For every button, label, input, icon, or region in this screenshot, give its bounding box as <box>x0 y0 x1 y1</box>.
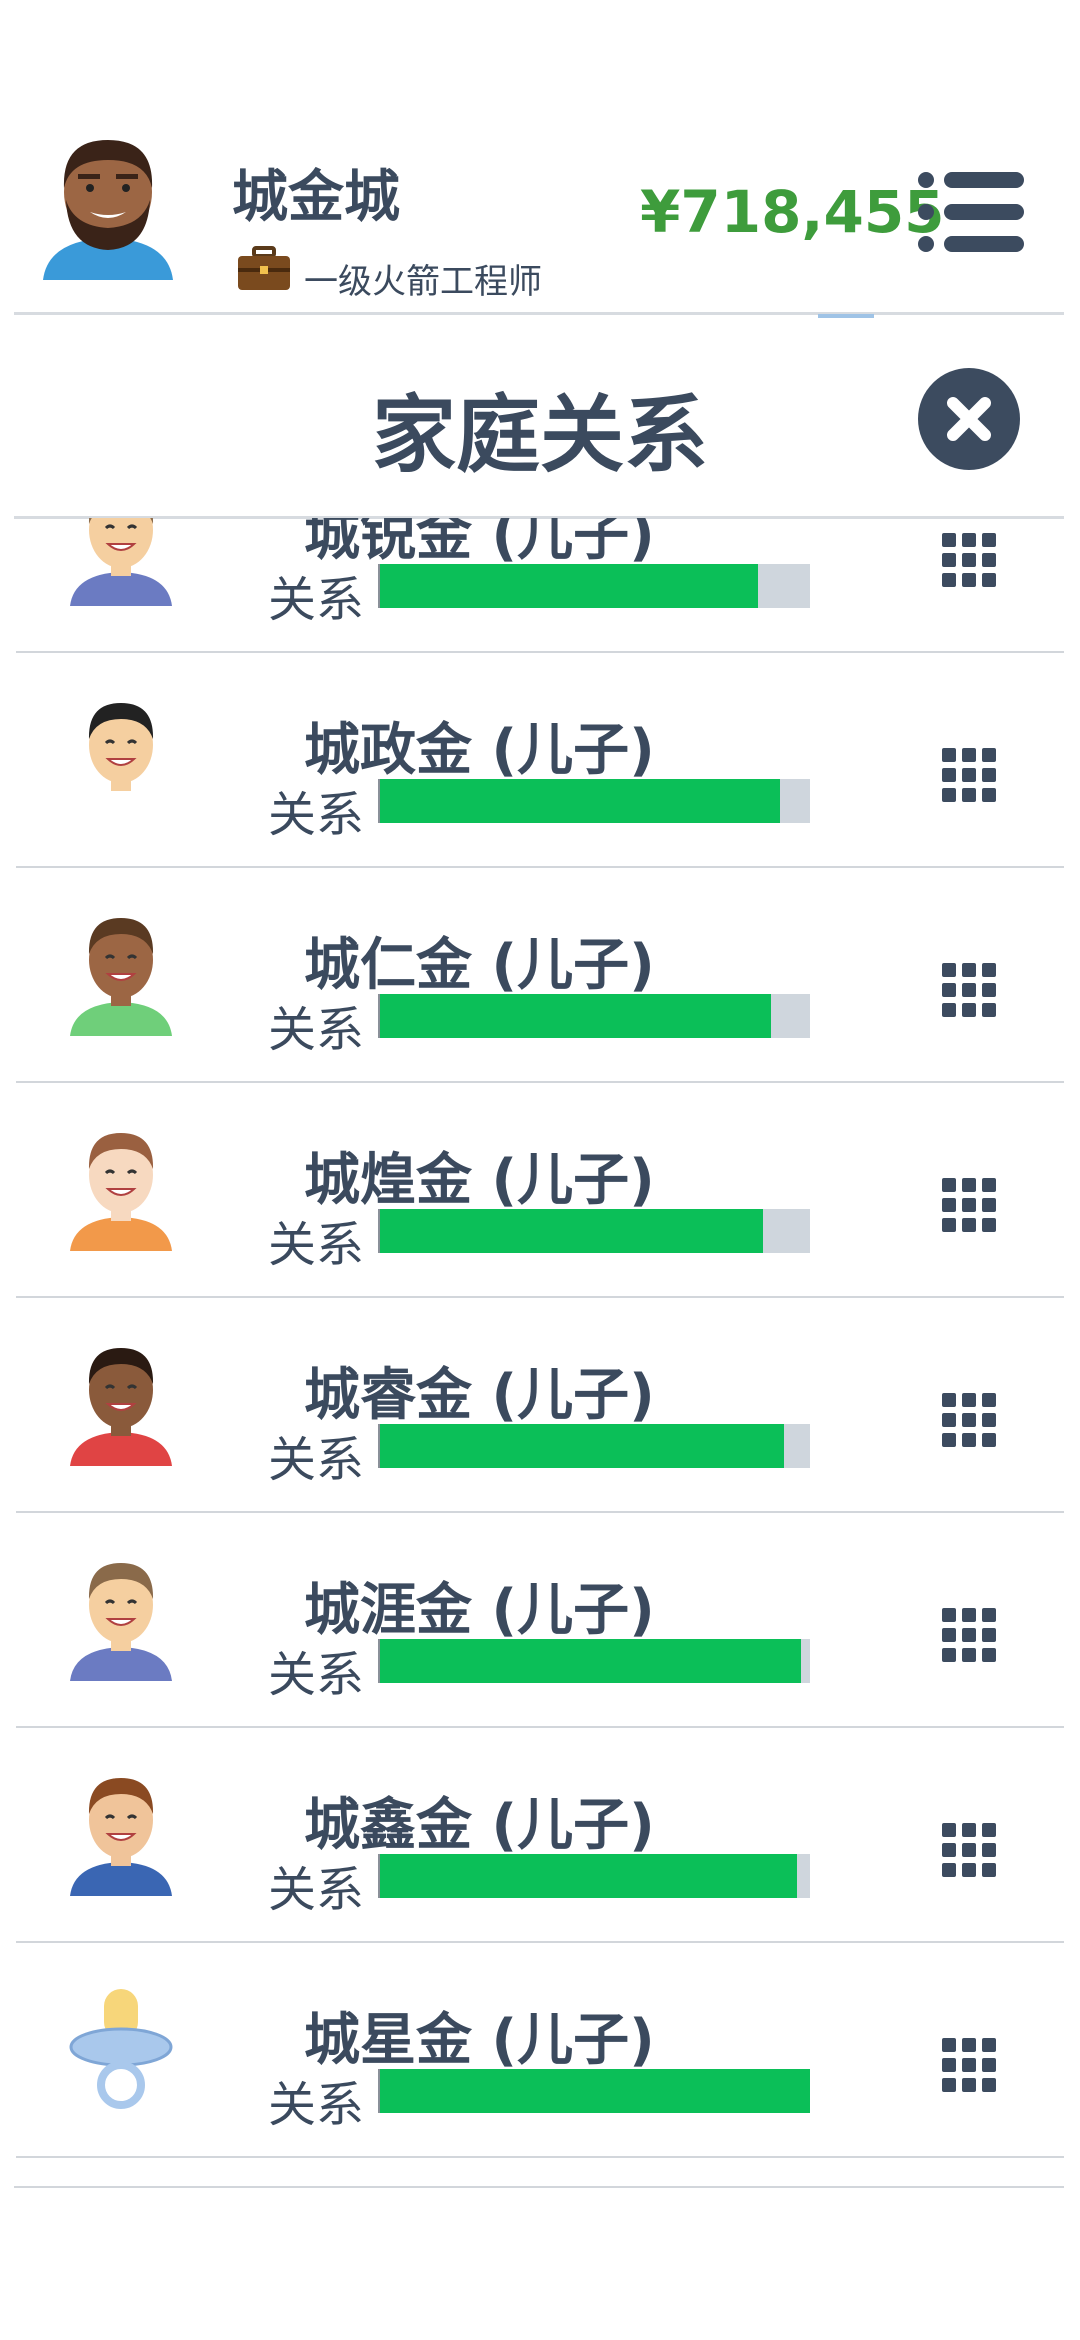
member-name: 城仁金 (儿子) <box>304 933 655 998</box>
relation-bar-fill <box>380 1209 763 1253</box>
boy-striped-shirt-icon <box>70 1133 172 1251</box>
relation-bar <box>378 994 810 1038</box>
member-name: 城涯金 (儿子) <box>304 1578 655 1643</box>
row-divider <box>16 2156 1064 2158</box>
list-bottom-divider <box>14 2186 1064 2188</box>
member-name: 城煌金 (儿子) <box>304 1148 655 1213</box>
member-name: 城政金 (儿子) <box>304 718 655 783</box>
user-name: 城金城 <box>232 165 400 230</box>
briefcase-icon <box>238 246 290 290</box>
relation-bar <box>378 1639 810 1683</box>
boy-sailor-icon <box>70 703 172 821</box>
boy-blue-shirt-icon <box>70 518 172 606</box>
grid-menu-icon[interactable] <box>942 963 998 1019</box>
grid-menu-icon[interactable] <box>942 2038 998 2094</box>
family-member-row[interactable]: 城涯金 (儿子) 关系 <box>0 1513 1080 1728</box>
relation-bar-fill <box>380 1639 802 1683</box>
family-member-row[interactable]: 城鑫金 (儿子) 关系 <box>0 1728 1080 1943</box>
boy-overalls-icon <box>70 1778 172 1896</box>
player-avatar[interactable] <box>38 130 178 290</box>
family-member-row[interactable]: 城锐金 (儿子) 关系 <box>0 518 1080 653</box>
relation-bar <box>378 1209 810 1253</box>
relation-bar-fill <box>380 564 759 608</box>
menu-icon[interactable] <box>916 170 1024 254</box>
family-member-row[interactable]: 城睿金 (儿子) 关系 <box>0 1298 1080 1513</box>
relation-label: 关系 <box>268 1647 365 1703</box>
member-name: 城睿金 (儿子) <box>304 1363 655 1428</box>
header-divider <box>14 312 1064 315</box>
close-icon <box>947 397 991 441</box>
grid-menu-icon[interactable] <box>942 1608 998 1664</box>
boy-blue-shirt-icon <box>70 1563 172 1681</box>
relation-label: 关系 <box>268 1002 365 1058</box>
relation-bar-fill <box>380 779 780 823</box>
pacifier-icon <box>69 1989 173 2109</box>
family-member-row[interactable]: 城仁金 (儿子) 关系 <box>0 868 1080 1083</box>
money-balance: ¥718,455 <box>640 178 945 246</box>
relation-bar <box>378 1424 810 1468</box>
grid-menu-icon[interactable] <box>942 1823 998 1879</box>
member-name: 城星金 (儿子) <box>304 2008 655 2073</box>
relation-label: 关系 <box>268 2077 365 2133</box>
relation-bar-fill <box>380 994 772 1038</box>
top-bar: 城金城 一级火箭工程师 ¥718,455 <box>0 0 1080 318</box>
relation-label: 关系 <box>268 787 365 843</box>
relation-bar <box>378 564 810 608</box>
relation-label: 关系 <box>268 1217 365 1273</box>
relation-label: 关系 <box>268 1862 365 1918</box>
relation-bar-fill <box>380 1854 798 1898</box>
relation-bar-fill <box>380 2069 810 2113</box>
job-title: 一级火箭工程师 <box>304 262 542 302</box>
relation-bar <box>378 1854 810 1898</box>
close-button[interactable] <box>918 368 1020 470</box>
family-member-row[interactable]: 城政金 (儿子) 关系 <box>0 653 1080 868</box>
relation-label: 关系 <box>268 572 365 628</box>
grid-menu-icon[interactable] <box>942 748 998 804</box>
relation-bar <box>378 779 810 823</box>
family-member-row[interactable]: 城煌金 (儿子) 关系 <box>0 1083 1080 1298</box>
grid-menu-icon[interactable] <box>942 533 998 589</box>
family-list[interactable]: 城锐金 (儿子) 关系 城政金 (儿子) 关系 城仁金 (儿子) 关系 城煌金 … <box>0 518 1080 2190</box>
relation-label: 关系 <box>268 1432 365 1488</box>
relation-bar-fill <box>380 1424 785 1468</box>
family-member-row[interactable]: 城星金 (儿子) 关系 <box>0 1943 1080 2158</box>
boy-green-shirt-icon <box>70 918 172 1036</box>
grid-menu-icon[interactable] <box>942 1178 998 1234</box>
modal-header: 家庭关系 <box>0 318 1080 519</box>
grid-menu-icon[interactable] <box>942 1393 998 1449</box>
member-name: 城鑫金 (儿子) <box>304 1793 655 1858</box>
boy-red-shirt-icon <box>70 1348 172 1466</box>
relation-bar <box>378 2069 810 2113</box>
